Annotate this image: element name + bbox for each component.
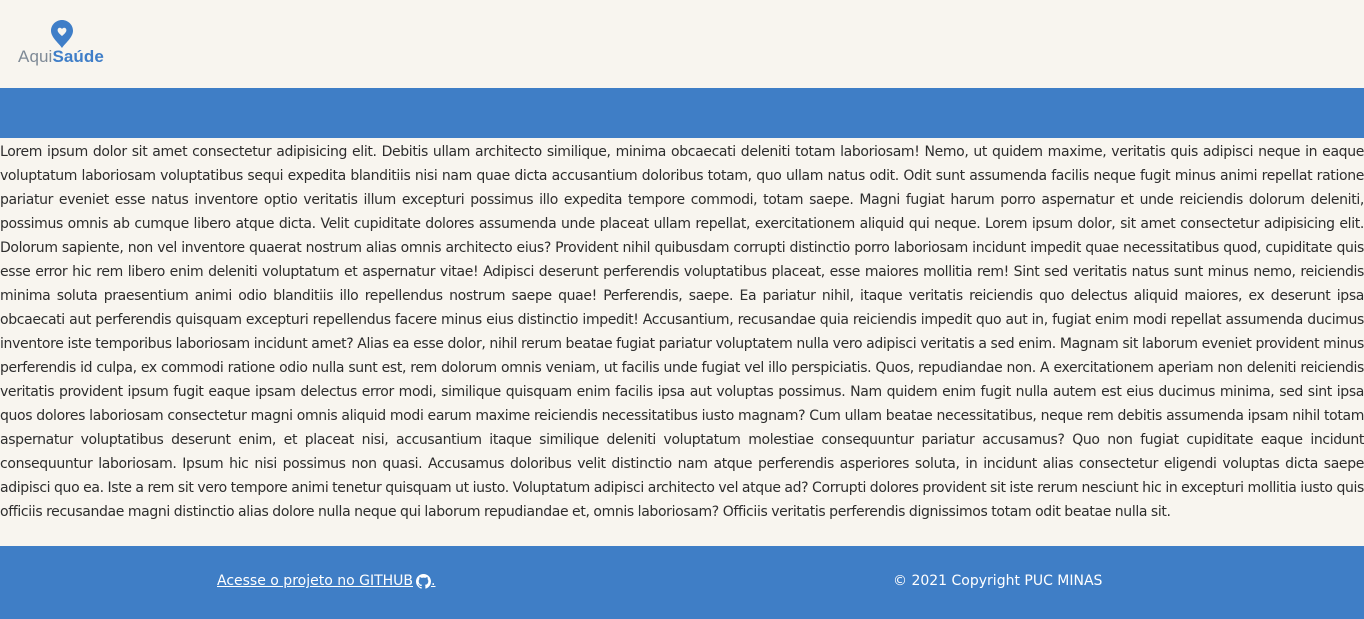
copyright-text: © 2021 Copyright PUC MINAS bbox=[893, 573, 1103, 589]
github-project-link[interactable]: Acesse o projeto no GITHUB . bbox=[217, 573, 435, 589]
site-header: AquiSaúde bbox=[0, 0, 1364, 88]
github-link-suffix: . bbox=[431, 573, 436, 589]
logo-text-aqui: Aqui bbox=[18, 47, 53, 66]
site-footer: Acesse o projeto no GITHUB . © 2021 Copy… bbox=[0, 546, 1364, 619]
logo-text-saude: Saúde bbox=[52, 47, 104, 66]
site-logo[interactable]: AquiSaúde bbox=[18, 20, 108, 68]
map-pin-heart-icon bbox=[51, 20, 73, 48]
github-link-label: Acesse o projeto no GITHUB bbox=[217, 573, 414, 589]
github-icon bbox=[416, 573, 432, 589]
navigation-bar bbox=[0, 88, 1364, 138]
body-paragraph: Lorem ipsum dolor sit amet consectetur a… bbox=[0, 144, 1364, 520]
logo-wordmark: AquiSaúde bbox=[18, 47, 104, 67]
main-content: Lorem ipsum dolor sit amet consectetur a… bbox=[0, 138, 1364, 546]
